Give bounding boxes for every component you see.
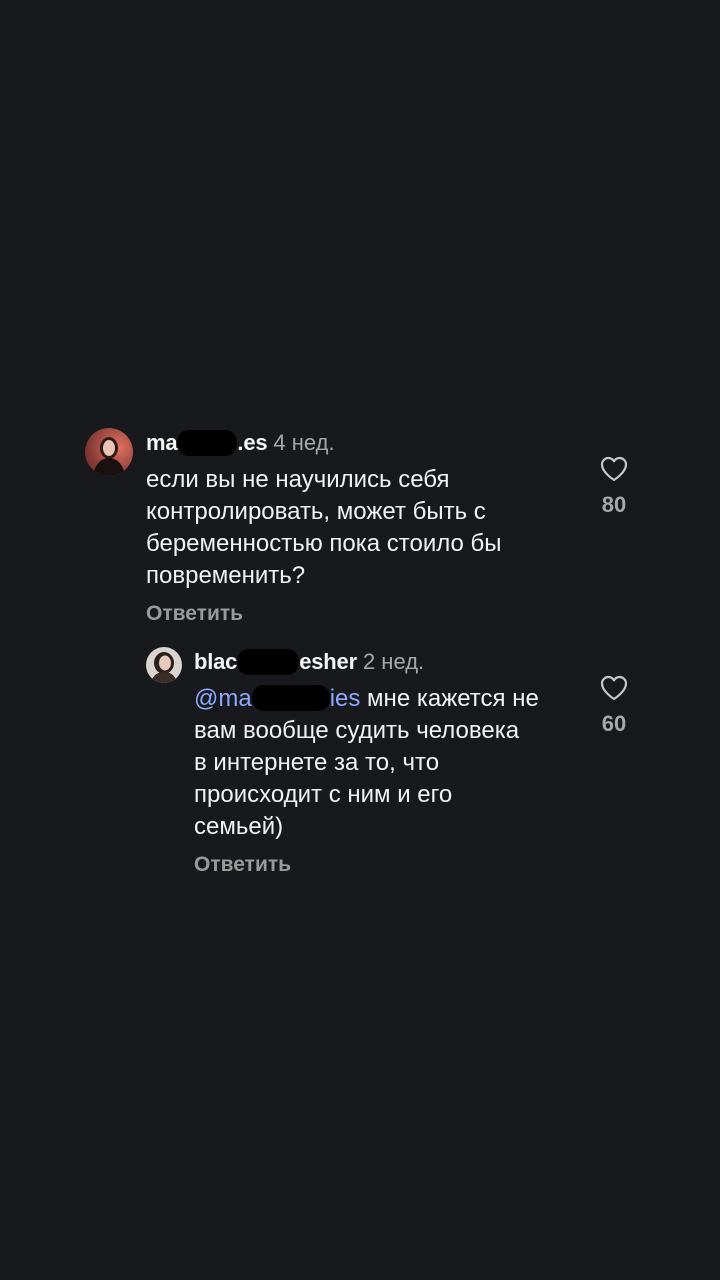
timestamp: 4 нед.: [273, 430, 335, 455]
timestamp: 2 нед.: [362, 649, 425, 674]
redaction-mark: [251, 685, 330, 712]
comment-line: семьей): [194, 813, 284, 840]
avatar-photo: [146, 647, 182, 683]
like-control: 60: [592, 675, 636, 737]
reply-button[interactable]: Ответить: [194, 851, 291, 879]
comment-line: если вы не научились себя: [146, 466, 450, 493]
avatar[interactable]: [146, 647, 182, 683]
comment-line: беременностью пока стоило бы: [146, 530, 502, 557]
comment-line: контролировать, может быть с: [146, 498, 486, 525]
comment-line: в интернете за то, что: [194, 749, 440, 776]
comment-line: повременить?: [146, 562, 306, 589]
comment-text: @ma ies мне кажется не вам вообще судить …: [194, 683, 584, 843]
like-count: 60: [601, 711, 627, 736]
avatar-photo: [85, 428, 133, 476]
heart-outline-icon[interactable]: [600, 456, 628, 482]
avatar[interactable]: [85, 428, 133, 476]
comment-text: если вы не научились себя контролировать…: [146, 464, 566, 592]
comment-line: происходит с ним и его: [194, 781, 453, 808]
username[interactable]: ma .es: [146, 429, 268, 456]
username[interactable]: blac esher: [194, 648, 357, 675]
reply-button[interactable]: Ответить: [146, 600, 243, 628]
reply-comment: blac esher 2 нед. @ma ies мне кажется не ва…: [0, 645, 720, 885]
comment-header: ma .es 4 нед.: [146, 428, 335, 458]
like-count: 80: [601, 492, 627, 517]
comment-line: @ma ies мне кажется не: [194, 683, 584, 715]
comment-line-text: мне кажется не: [360, 685, 539, 712]
comment-header: blac esher 2 нед.: [194, 647, 424, 677]
comment: ma .es 4 нед. если вы не научились себя ко…: [0, 426, 720, 636]
heart-outline-icon[interactable]: [600, 675, 628, 701]
redaction-mark: [237, 648, 300, 675]
redaction-mark: [177, 429, 238, 456]
comment-line: вам вообще судить человека: [194, 717, 520, 744]
user-mention[interactable]: @ma ies: [194, 685, 360, 712]
like-control: 80: [592, 456, 636, 518]
